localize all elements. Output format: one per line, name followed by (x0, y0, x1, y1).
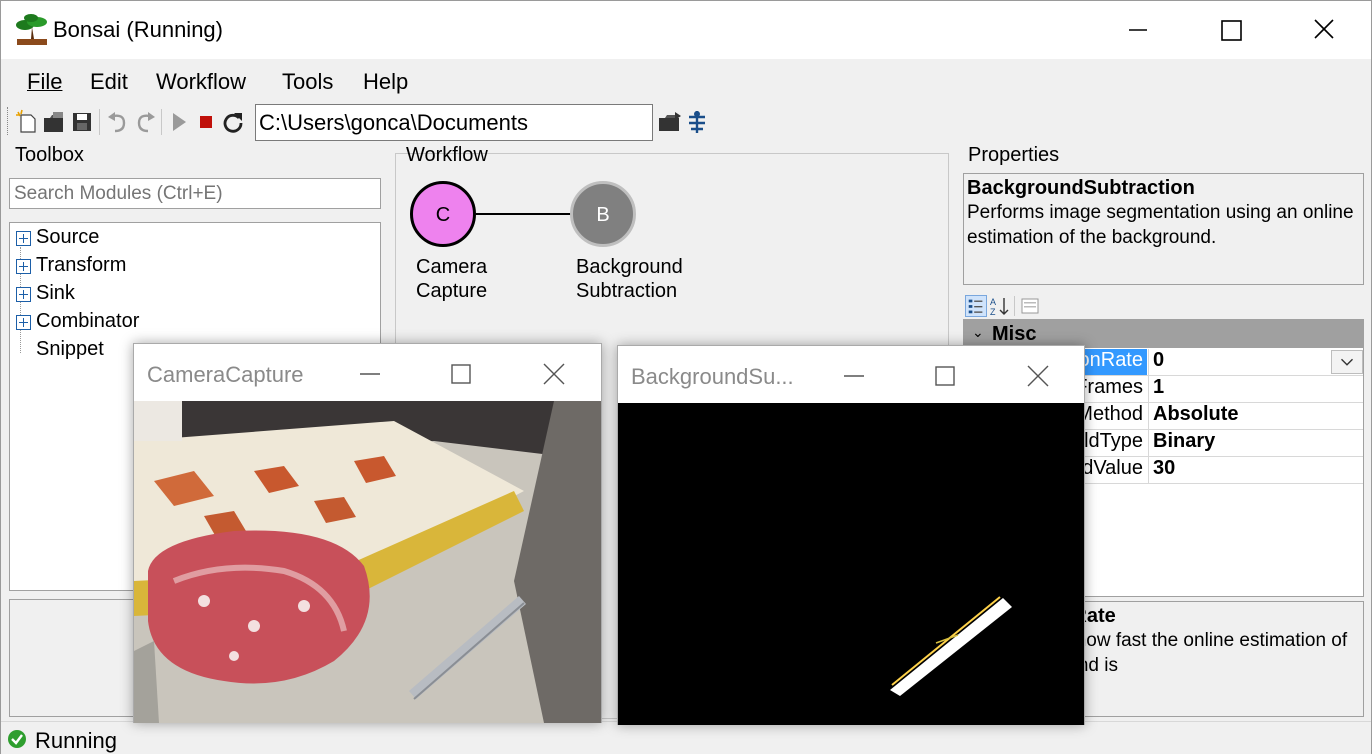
workflow-title: Workflow (406, 144, 488, 166)
toolbar-grip[interactable] (7, 107, 10, 135)
close-icon[interactable] (1301, 9, 1347, 51)
search-modules-input[interactable] (9, 178, 381, 209)
minimize-icon[interactable] (834, 358, 874, 394)
play-icon[interactable] (166, 109, 192, 135)
property-pages-icon[interactable] (1019, 295, 1041, 317)
undo-icon[interactable] (105, 109, 131, 135)
property-value[interactable]: 1 (1148, 376, 1363, 402)
browse-folder-icon[interactable] (657, 109, 683, 135)
camera-frame-image (134, 401, 601, 723)
status-text: Running (35, 728, 117, 753)
camera-capture-window[interactable]: CameraCapture (133, 343, 602, 723)
node-label-background-subtraction: Background Subtraction (576, 256, 683, 302)
property-value[interactable]: Binary (1148, 430, 1363, 456)
maximize-icon[interactable] (441, 356, 481, 392)
expand-icon[interactable] (16, 231, 31, 246)
maximize-icon[interactable] (925, 358, 965, 394)
expand-icon[interactable] (16, 287, 31, 302)
property-grid-toolbar: A Z (963, 293, 1043, 319)
package-manager-icon[interactable] (684, 109, 710, 135)
window-title: Bonsai (Running) (53, 17, 223, 42)
close-icon[interactable] (534, 356, 574, 392)
property-value[interactable]: 30 (1148, 457, 1363, 483)
close-icon[interactable] (1018, 358, 1058, 394)
alphabetical-sort-icon[interactable]: A Z (989, 295, 1011, 317)
node-camera-capture[interactable]: C (410, 181, 476, 247)
svg-text:Z: Z (990, 307, 996, 317)
node-label-camera-capture: Camera Capture (416, 256, 488, 302)
restart-icon[interactable] (220, 109, 246, 135)
toolbar-separator (161, 109, 162, 135)
minimize-icon[interactable] (1115, 9, 1161, 51)
minimize-icon[interactable] (350, 356, 390, 392)
properties-title: Properties (968, 144, 1060, 166)
workflow-edge (476, 213, 571, 215)
menu-bar: File Edit Workflow Tools Help (1, 61, 1371, 101)
title-bar[interactable]: Bonsai (Running) (1, 1, 1371, 59)
segmentation-mask-image (618, 403, 1084, 725)
categorized-view-icon[interactable] (965, 295, 987, 317)
camera-window-title: CameraCapture (147, 362, 304, 387)
selected-node-summary: Performs image segmentation using an onl… (967, 202, 1354, 248)
running-check-icon (8, 730, 26, 748)
maximize-icon[interactable] (1209, 9, 1255, 51)
save-icon[interactable] (69, 109, 95, 135)
background-subtraction-window[interactable]: BackgroundSu... (617, 345, 1085, 725)
toolbar-separator (99, 109, 100, 135)
toolbar (1, 101, 1371, 143)
selected-node-name: BackgroundSubtraction (967, 177, 1195, 199)
menu-workflow[interactable]: Workflow (156, 69, 246, 95)
collapse-chevron-icon[interactable]: ⌄ (972, 324, 984, 341)
expand-icon[interactable] (16, 259, 31, 274)
svg-text:A: A (990, 297, 996, 307)
menu-tools[interactable]: Tools (282, 69, 333, 95)
menu-file[interactable]: File (27, 69, 62, 95)
bonsai-tree-icon (16, 14, 47, 45)
category-misc[interactable]: ⌄ Misc (964, 320, 1363, 348)
bgsub-window-title: BackgroundSu... (631, 364, 794, 389)
menu-help[interactable]: Help (363, 69, 408, 95)
stop-icon[interactable] (193, 109, 219, 135)
open-folder-icon[interactable] (41, 109, 67, 135)
working-directory-input[interactable] (255, 104, 653, 141)
dropdown-chevron-icon[interactable] (1331, 350, 1363, 374)
toolbox-title: Toolbox (15, 144, 84, 166)
node-background-subtraction[interactable]: B (570, 181, 636, 247)
redo-icon[interactable] (132, 109, 158, 135)
selected-node-description: BackgroundSubtraction Performs image seg… (963, 173, 1364, 285)
property-value[interactable]: Absolute (1148, 403, 1363, 429)
menu-edit[interactable]: Edit (90, 69, 128, 95)
new-file-icon[interactable] (14, 109, 40, 135)
status-bar: Running (1, 721, 1371, 754)
expand-icon[interactable] (16, 315, 31, 330)
toolbar-separator (1014, 296, 1015, 316)
